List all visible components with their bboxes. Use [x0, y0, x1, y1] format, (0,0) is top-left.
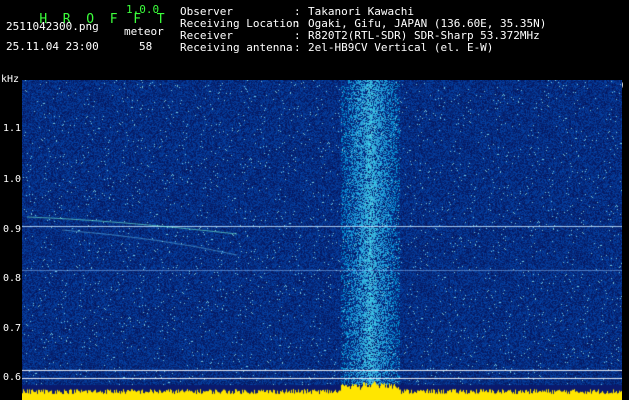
spectrogram-plot[interactable] — [22, 80, 622, 400]
spectrogram-window: H R O F F T 1.0.0 2511042300.png meteor … — [0, 0, 629, 400]
info-label-antenna: Receiving antenna — [180, 41, 293, 54]
y-tick-label: 0.8 — [3, 273, 22, 284]
y-tick-label: 1.0 — [3, 174, 22, 185]
y-tick-label: 0.9 — [3, 224, 22, 235]
info-value-antenna: 2el-HB9CV Vertical (el. E-W) — [308, 41, 494, 54]
app-version: 1.0.0 — [126, 3, 160, 16]
y-tick-label: 1.1 — [3, 123, 22, 134]
y-tick-label: 0.6 — [3, 372, 22, 383]
y-axis-unit: kHz — [1, 74, 20, 85]
info-sep: : — [294, 41, 301, 54]
detection-count: 58 — [139, 40, 153, 53]
file-name: 2511042300.png — [6, 20, 99, 33]
y-tick-label: 0.7 — [3, 323, 22, 334]
spectrogram-canvas[interactable] — [22, 80, 622, 400]
timestamp: 25.11.04 23:00 — [6, 40, 99, 53]
detection-type: meteor — [124, 25, 164, 38]
title-letter: F — [109, 12, 118, 27]
